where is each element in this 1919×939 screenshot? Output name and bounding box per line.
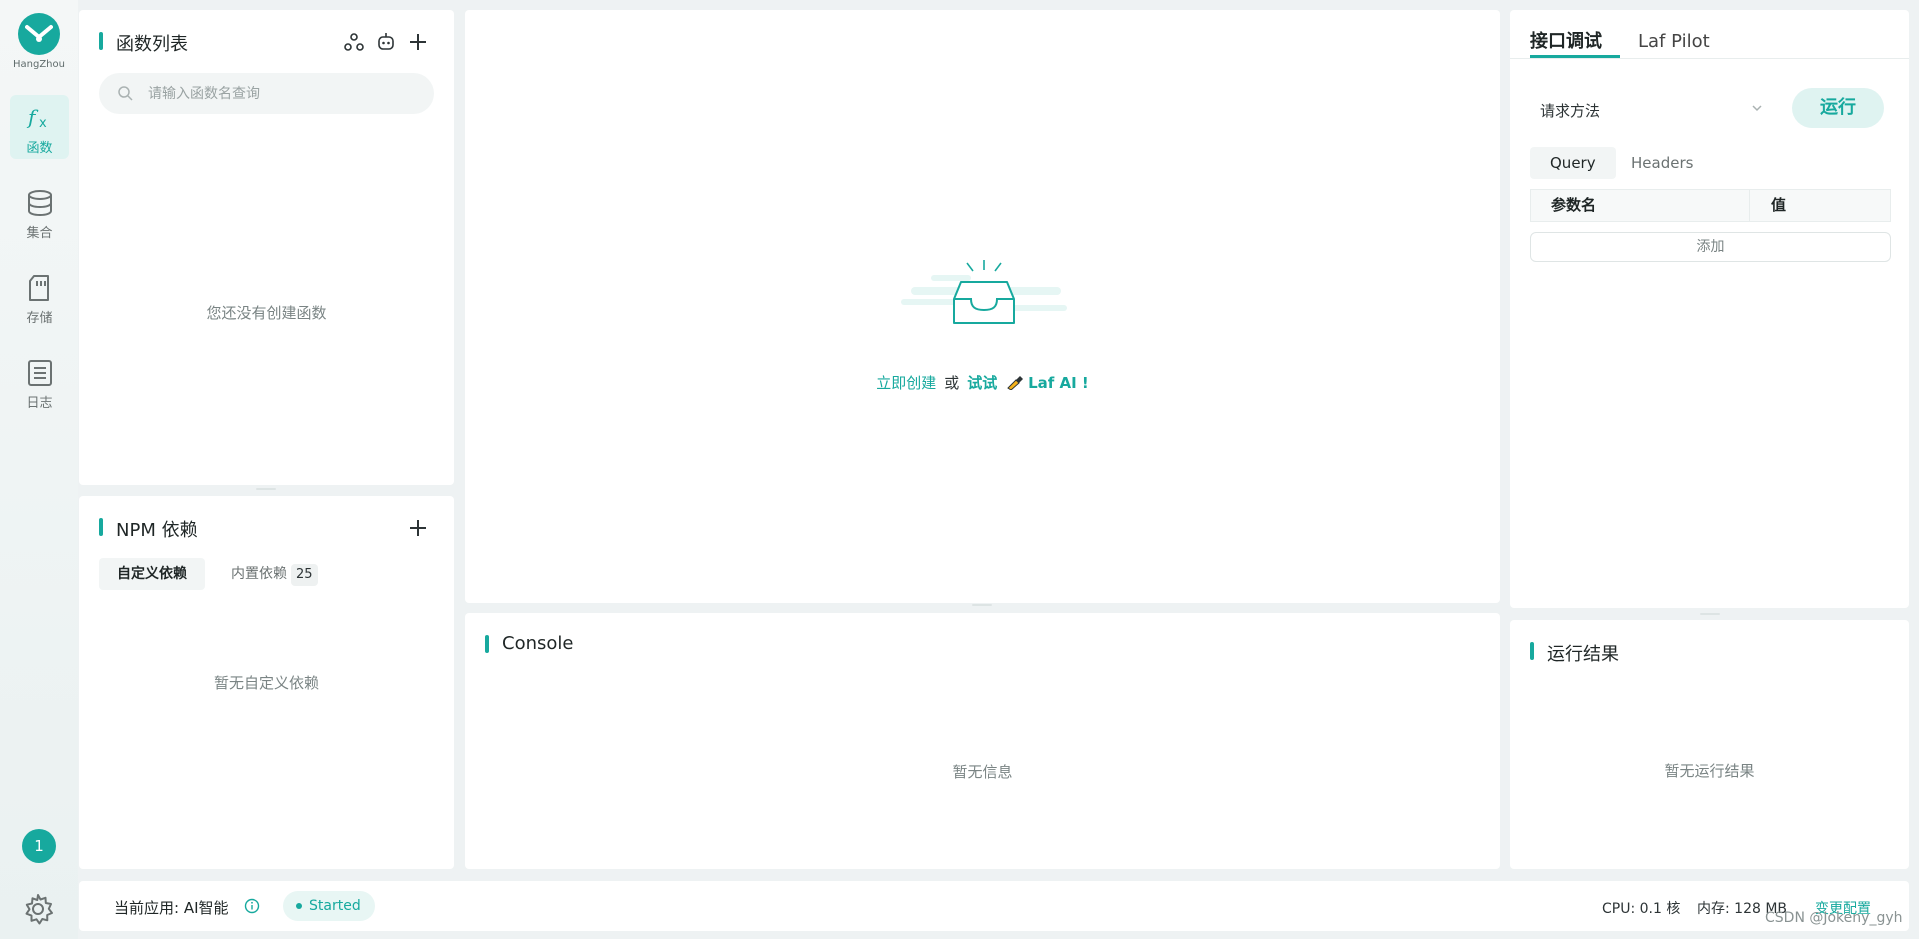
nav-label-storage: 存储 bbox=[26, 311, 53, 326]
region-label: HangZhou bbox=[13, 59, 65, 70]
functions-panel: 函数列表 您还没有创建函数 bbox=[79, 10, 454, 490]
run-button[interactable]: 运行 bbox=[1792, 88, 1884, 128]
nav-item-storage[interactable]: 存储 bbox=[10, 265, 69, 329]
console-resize-handle[interactable] bbox=[972, 604, 992, 606]
status-bar: 当前应用: AI智能 Started CPU: 0.1 核 内存: 128 MB… bbox=[79, 881, 1909, 931]
laf-logo[interactable] bbox=[18, 13, 60, 55]
create-now-link[interactable]: 立即创建 bbox=[876, 374, 936, 392]
api-debug-panel: 接口调试 Laf Pilot 请求方法 运行 Query Headers 参数名… bbox=[1510, 10, 1909, 608]
svg-text:f: f bbox=[26, 105, 39, 129]
tab-builtin-label: 内置依赖 bbox=[231, 566, 287, 582]
nav-label-collections: 集合 bbox=[26, 226, 53, 241]
tab-custom-label: 自定义依赖 bbox=[117, 566, 187, 582]
console-empty-text: 暂无信息 bbox=[952, 763, 1013, 781]
table-column-divider bbox=[1749, 190, 1750, 221]
chevron-down-icon bbox=[1752, 105, 1762, 112]
functions-empty-text: 您还没有创建函数 bbox=[206, 304, 327, 322]
result-resize-handle[interactable] bbox=[1700, 613, 1720, 615]
notification-badge[interactable]: 1 bbox=[22, 829, 56, 863]
tab-laf-pilot[interactable]: Laf Pilot bbox=[1638, 10, 1710, 58]
app-status-badge: Started bbox=[283, 891, 375, 921]
npm-empty-text: 暂无自定义依赖 bbox=[213, 674, 319, 692]
nav-label-logs: 日志 bbox=[26, 396, 53, 411]
ai-robot-icon[interactable] bbox=[374, 30, 398, 54]
functions-title: 函数列表 bbox=[99, 30, 188, 56]
run-result-empty-text: 暂无运行结果 bbox=[1664, 762, 1755, 780]
function-search bbox=[99, 73, 434, 114]
npm-title: NPM 依赖 bbox=[99, 516, 198, 542]
request-method-label: 请求方法 bbox=[1540, 102, 1601, 120]
run-result-panel: 运行结果 暂无运行结果 bbox=[1510, 613, 1909, 869]
settings-gear-icon[interactable] bbox=[21, 892, 55, 926]
tab-custom-dependencies[interactable]: 自定义依赖 bbox=[99, 558, 205, 590]
run-result-title: 运行结果 bbox=[1530, 640, 1619, 666]
add-function-plus-icon[interactable] bbox=[406, 30, 430, 54]
try-link[interactable]: 试试 bbox=[967, 374, 997, 392]
tab-api-debug[interactable]: 接口调试 bbox=[1530, 10, 1620, 58]
functions-resize-handle[interactable] bbox=[256, 488, 276, 490]
log-icon bbox=[28, 360, 52, 386]
current-app-label: 当前应用: AI智能 bbox=[114, 899, 229, 917]
console-title: Console bbox=[485, 633, 573, 654]
nav-item-logs[interactable]: 日志 bbox=[10, 350, 69, 414]
storage-icon bbox=[29, 275, 49, 301]
svg-text:x: x bbox=[39, 116, 47, 131]
npm-panel: NPM 依赖 自定义依赖 内置依赖 25 暂无自定义依赖 bbox=[79, 496, 454, 869]
nav-item-functions[interactable]: f x 函数 bbox=[10, 95, 69, 159]
empty-inbox-illustration bbox=[901, 260, 1067, 324]
info-icon[interactable] bbox=[244, 898, 260, 914]
search-icon bbox=[118, 86, 133, 101]
tab-query[interactable]: Query bbox=[1530, 147, 1616, 179]
or-text: 或 bbox=[944, 374, 960, 392]
function-icon: f x bbox=[26, 105, 47, 131]
database-icon bbox=[28, 190, 52, 217]
param-name-header: 参数名 bbox=[1551, 196, 1597, 214]
app-root: HangZhou f x 函数 集合 存储 日志 1 函数列表 请输入函数名查询… bbox=[0, 0, 1919, 939]
magic-brush-icon bbox=[1007, 376, 1024, 391]
watermark: CSDN @Jokeny_gyh bbox=[1765, 910, 1903, 926]
nav-label-functions: 函数 bbox=[26, 141, 53, 156]
editor-panel: 立即创建或试试 Laf AI ! bbox=[465, 10, 1500, 603]
console-panel: Console 暂无信息 bbox=[465, 604, 1500, 869]
add-param-button[interactable]: 添加 bbox=[1530, 232, 1891, 262]
webhook-icon[interactable] bbox=[342, 30, 366, 54]
add-dependency-plus-icon[interactable] bbox=[406, 516, 430, 540]
nav-item-collections[interactable]: 集合 bbox=[10, 180, 69, 244]
request-method-select[interactable] bbox=[1615, 89, 1779, 127]
tabs-divider bbox=[1510, 58, 1909, 59]
create-function-cta: 立即创建或试试 Laf AI ! bbox=[465, 372, 1500, 393]
left-rail: HangZhou f x 函数 集合 存储 日志 1 bbox=[0, 0, 78, 939]
cpu-usage: CPU: 0.1 核 bbox=[1602, 901, 1681, 917]
builtin-count-badge: 25 bbox=[291, 564, 318, 586]
laf-ai-link[interactable]: Laf AI ! bbox=[1028, 374, 1089, 392]
tab-headers[interactable]: Headers bbox=[1611, 147, 1713, 179]
param-value-header: 值 bbox=[1771, 196, 1787, 214]
tab-builtin-dependencies[interactable]: 内置依赖 25 bbox=[215, 558, 336, 590]
params-table-header: 参数名 值 bbox=[1530, 189, 1891, 222]
function-search-input[interactable] bbox=[148, 73, 418, 114]
logo-icon bbox=[25, 25, 53, 42]
